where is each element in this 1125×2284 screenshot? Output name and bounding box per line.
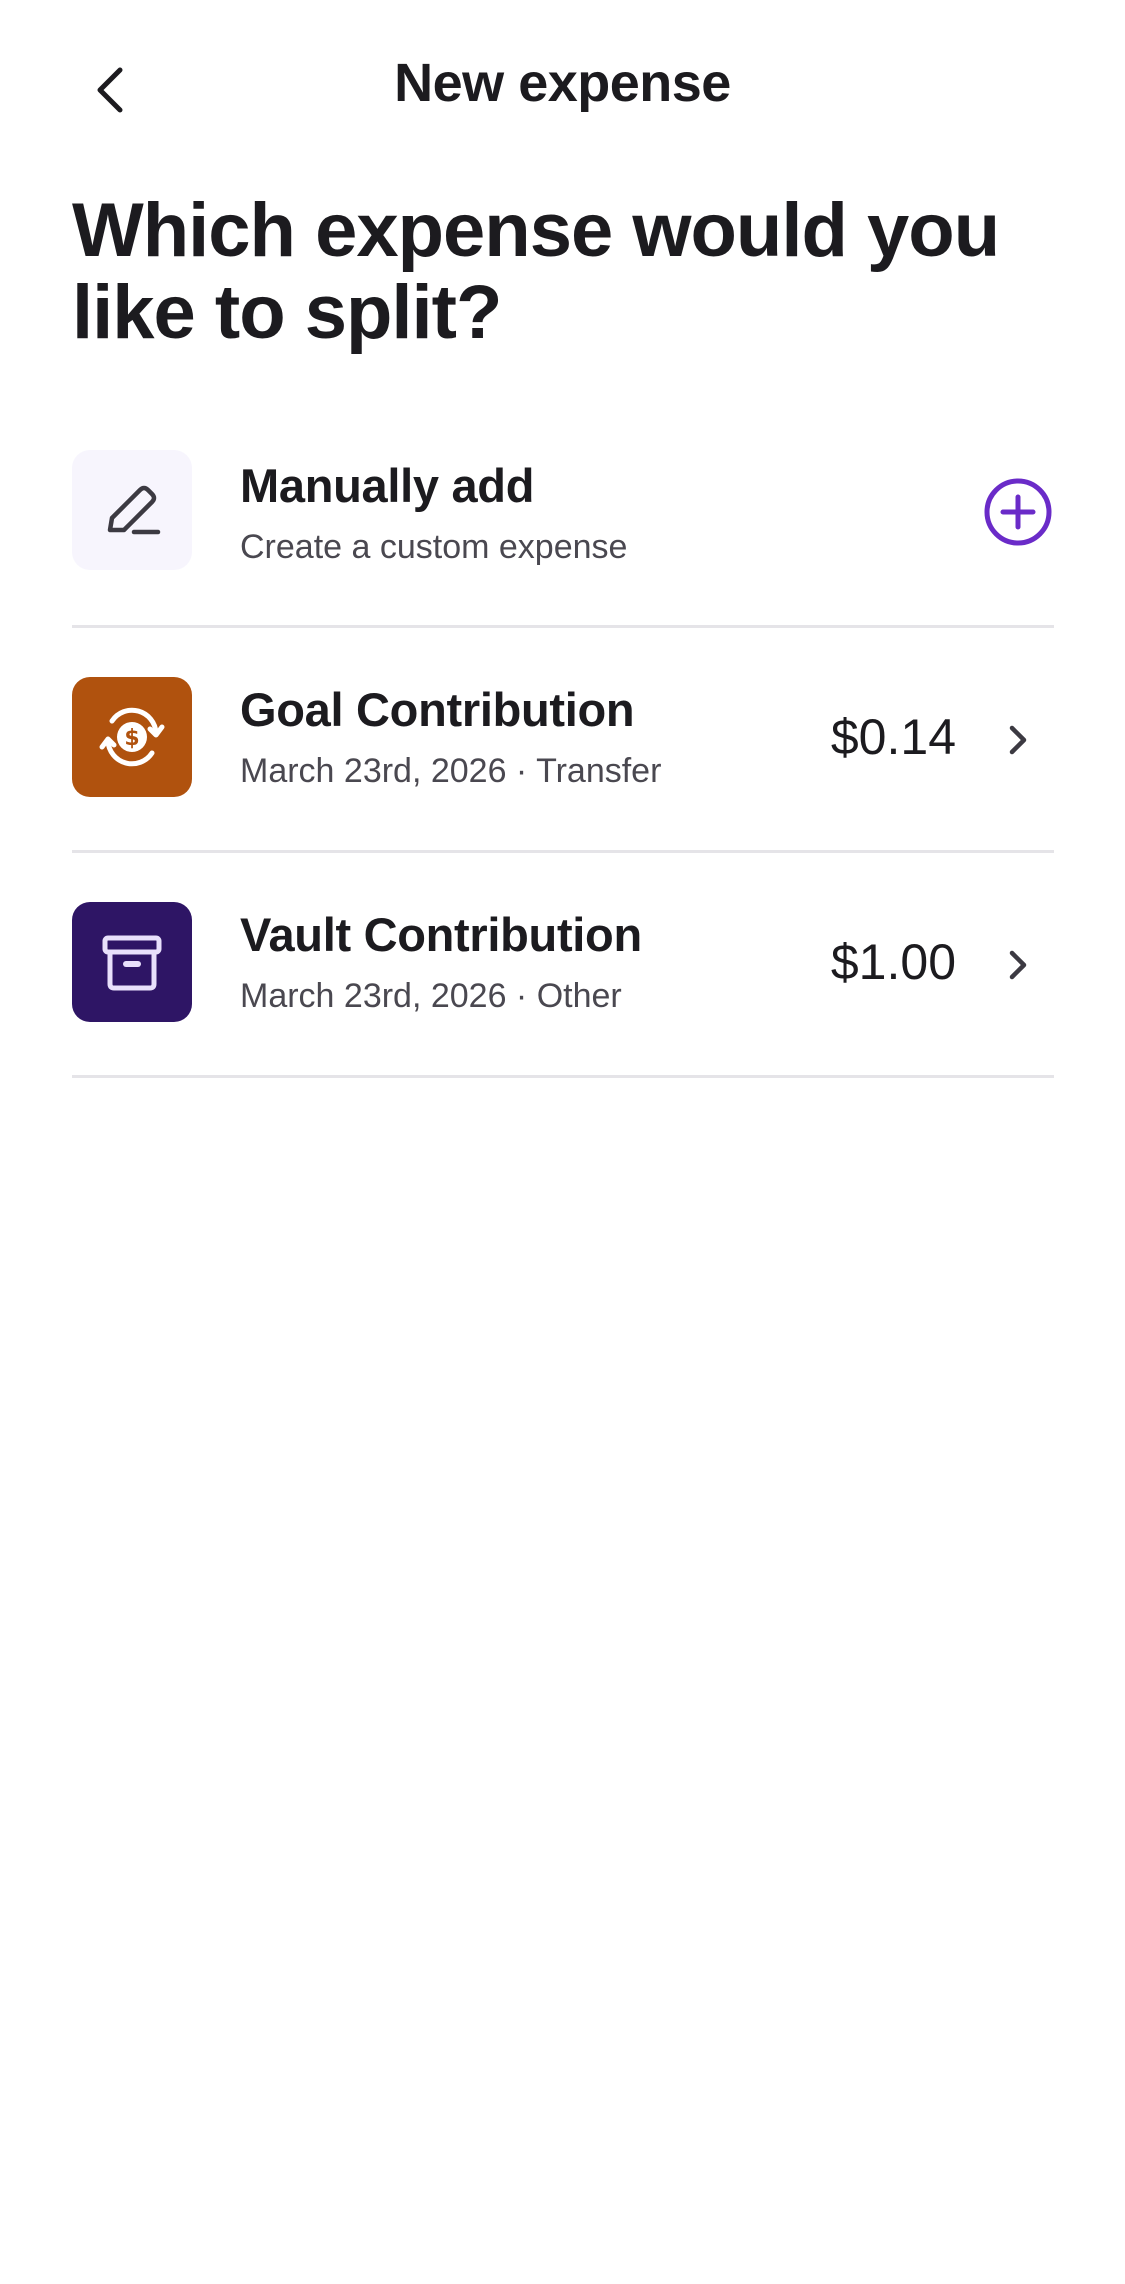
expense-title: Vault Contribution [240, 908, 642, 961]
plus-circle-icon [984, 478, 1052, 546]
expense-amount: $0.14 [830, 709, 956, 765]
expense-subtitle: March 23rd, 2026 · Other [240, 977, 622, 1015]
pencil-icon [72, 450, 192, 570]
chevron-right-icon [998, 714, 1038, 766]
top-bar: New expense [0, 0, 1125, 176]
manual-add-title: Manually add [240, 459, 535, 512]
expense-row-goal-contribution[interactable]: $ Goal Contribution March 23rd, 2026 · T… [72, 628, 1054, 853]
chevron-right-icon [998, 939, 1038, 991]
page-heading: Which expense would you like to split? [72, 188, 1000, 355]
add-expense-button[interactable] [982, 476, 1054, 548]
expense-list: Manually add Create a custom expense $ G… [72, 446, 1054, 1078]
expense-subtitle: March 23rd, 2026 · Transfer [240, 752, 662, 790]
svg-text:$: $ [124, 726, 139, 751]
archive-box-icon [72, 902, 192, 1022]
expense-title: Goal Contribution [240, 683, 635, 736]
expense-amount: $1.00 [830, 934, 956, 990]
dollar-cycle-icon: $ [72, 677, 192, 797]
manual-add-subtitle: Create a custom expense [240, 528, 628, 566]
page-title: New expense [394, 53, 731, 113]
manual-add-row[interactable]: Manually add Create a custom expense [72, 446, 1054, 628]
expense-row-vault-contribution[interactable]: Vault Contribution March 23rd, 2026 · Ot… [72, 853, 1054, 1078]
